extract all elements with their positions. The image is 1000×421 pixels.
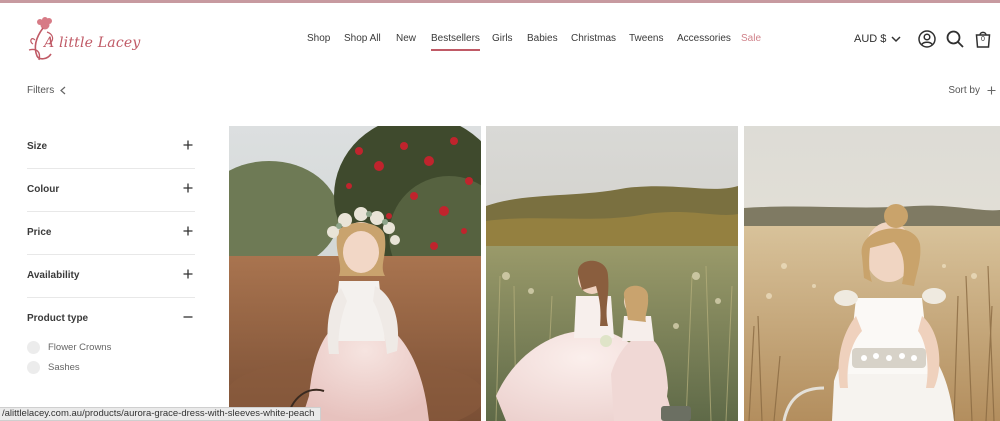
plus-icon: [987, 86, 996, 95]
filters-toggle-button[interactable]: Filters: [27, 85, 66, 96]
plus-icon: [183, 269, 193, 279]
nav-girls[interactable]: Girls: [492, 33, 513, 44]
product-card-3[interactable]: [744, 126, 1000, 421]
option-label: Sashes: [48, 362, 80, 373]
facet-label: Size: [27, 141, 48, 152]
product-card-2[interactable]: [486, 126, 738, 421]
facet-label: Product type: [27, 313, 89, 324]
filter-sidebar: Size Colour Price Availability Product t…: [27, 126, 195, 377]
option-checkbox[interactable]: [27, 361, 40, 374]
currency-selector[interactable]: AUD $: [854, 33, 901, 45]
nav-shop-all[interactable]: Shop All: [344, 33, 381, 44]
link-preview-status-bar: /alittlelacey.com.au/products/aurora-gra…: [0, 407, 322, 421]
nav-tweens[interactable]: Tweens: [629, 33, 663, 44]
chevron-left-icon: [60, 86, 66, 95]
facet-colour[interactable]: Colour: [27, 169, 195, 212]
facet-availability[interactable]: Availability: [27, 255, 195, 298]
plus-icon: [183, 183, 193, 193]
chevron-down-icon: [891, 35, 901, 42]
top-accent-bar: [0, 0, 1000, 3]
product-image: [229, 126, 481, 421]
search-icon[interactable]: [945, 29, 965, 49]
nav-shop[interactable]: Shop: [307, 33, 330, 44]
cart-count-badge: 0: [981, 36, 985, 43]
nav-accessories[interactable]: Accessories: [677, 33, 731, 44]
nav-babies[interactable]: Babies: [527, 33, 558, 44]
plus-icon: [183, 226, 193, 236]
option-label: Flower Crowns: [48, 342, 112, 353]
plus-icon: [183, 140, 193, 150]
sort-label: Sort by: [948, 85, 980, 96]
product-image: [744, 126, 1000, 421]
account-icon[interactable]: [917, 29, 937, 49]
option-sashes[interactable]: Sashes: [27, 357, 195, 377]
option-checkbox[interactable]: [27, 341, 40, 354]
sort-by-button[interactable]: Sort by: [948, 85, 996, 96]
facet-label: Colour: [27, 184, 60, 195]
nav-new[interactable]: New: [396, 33, 416, 44]
nav-christmas[interactable]: Christmas: [571, 33, 616, 44]
facet-product-type[interactable]: Product type: [27, 298, 195, 341]
minus-icon: [183, 316, 193, 318]
option-flower-crowns[interactable]: Flower Crowns: [27, 337, 195, 357]
filters-label: Filters: [27, 85, 55, 96]
facet-price[interactable]: Price: [27, 212, 195, 255]
currency-label: AUD $: [854, 33, 887, 45]
facet-size[interactable]: Size: [27, 126, 195, 169]
nav-sale[interactable]: Sale: [741, 33, 761, 44]
main-nav: Shop Shop All New Bestsellers Girls Babi…: [0, 33, 1000, 51]
product-card-1[interactable]: [229, 126, 481, 421]
product-image: [486, 126, 738, 421]
facet-label: Price: [27, 227, 52, 238]
facet-label: Availability: [27, 270, 80, 281]
nav-bestsellers[interactable]: Bestsellers: [431, 33, 480, 51]
